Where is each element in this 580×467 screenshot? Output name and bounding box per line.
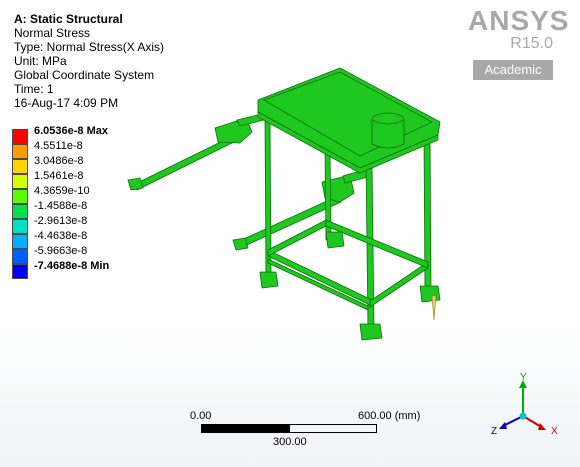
triad-z-arrow <box>499 422 507 429</box>
triad-x-label: X <box>551 426 558 437</box>
graphics-viewport[interactable]: A: Static Structural Normal Stress Type:… <box>0 0 580 467</box>
caster-back-left <box>325 231 345 249</box>
triad-x-arrow <box>538 423 546 430</box>
caster-front-right <box>359 323 383 341</box>
scale-bar: 0.00 600.00 (mm) 300.00 <box>190 410 430 455</box>
frame-right <box>369 261 429 308</box>
left-arm-tip <box>127 177 144 191</box>
caster-back-right <box>419 285 441 303</box>
scale-bar-filled-half <box>202 425 290 432</box>
scale-mid-label: 300.00 <box>273 436 307 448</box>
scale-bar-graphic <box>201 424 377 433</box>
caster-front-left <box>259 271 279 289</box>
right-arm-tip <box>232 237 249 251</box>
lower-bar-left <box>267 258 369 311</box>
triad-y-label: Y <box>520 372 527 383</box>
triad-z-label: Z <box>491 426 497 437</box>
tabletop <box>257 67 441 169</box>
stress-spike <box>431 295 437 321</box>
triad-origin <box>519 412 527 420</box>
cup-body <box>371 119 405 149</box>
scale-start-label: 0.00 <box>190 410 212 422</box>
scale-end-label: 600.00 (mm) <box>358 410 421 422</box>
axis-triad[interactable]: Y X Z <box>485 368 565 438</box>
frame-front <box>267 249 373 307</box>
